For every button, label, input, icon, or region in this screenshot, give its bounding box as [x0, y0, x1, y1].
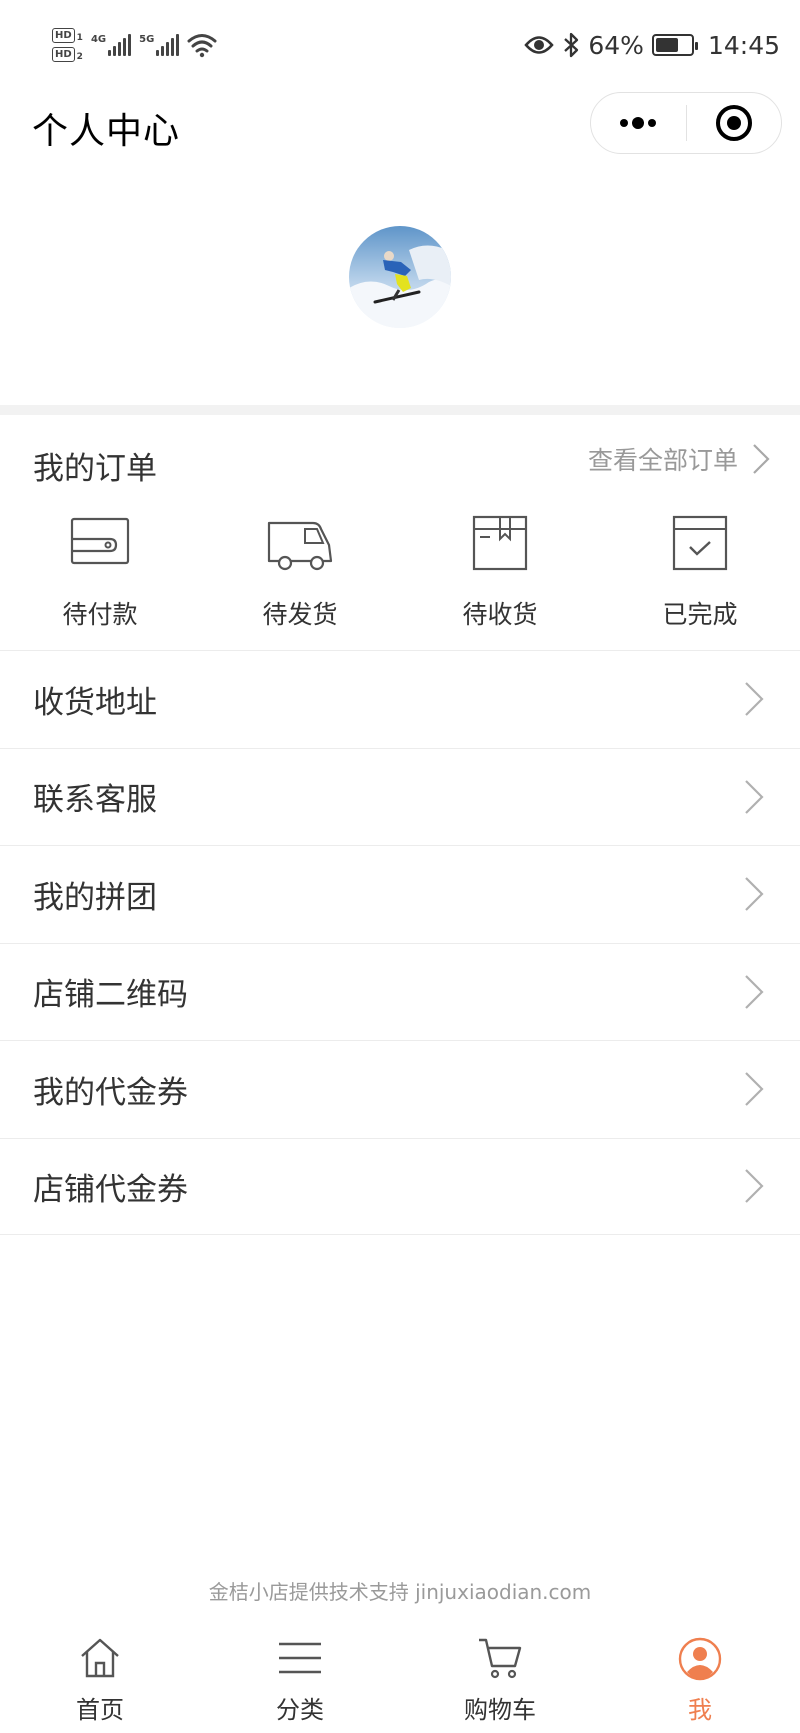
menu-item-my-vouchers[interactable]: 我的代金券	[0, 1040, 800, 1138]
truck-icon	[267, 521, 333, 571]
order-label: 待发货	[262, 600, 338, 629]
chevron-right-icon	[745, 1072, 764, 1107]
menu-item-customer-service[interactable]: 联系客服	[0, 747, 800, 846]
menu-item-label: 收货地址	[33, 684, 157, 721]
menu-list: 收货地址 联系客服 我的拼团 店铺二维码 我的代金券 店铺代金券	[0, 650, 800, 1235]
tech-support-note: 金桔小店提供技术支持 jinjuxiaodian.com	[208, 1580, 592, 1604]
signal-5g-icon: 5G	[139, 34, 180, 56]
net2-label: 5G	[139, 34, 155, 45]
chevron-right-icon	[745, 974, 764, 1009]
package-icon	[472, 515, 528, 571]
eye-icon	[524, 36, 555, 54]
tab-label: 我	[688, 1696, 712, 1724]
more-dots-icon	[620, 117, 657, 129]
target-close-icon	[715, 105, 752, 141]
more-button[interactable]	[591, 93, 686, 153]
chevron-right-icon	[745, 877, 764, 912]
view-all-orders-link[interactable]: 查看全部订单	[588, 441, 770, 477]
chevron-right-icon	[745, 1169, 764, 1204]
tab-label: 购物车	[464, 1696, 536, 1724]
net1-label: 4G	[90, 34, 107, 45]
menu-item-label: 店铺代金券	[33, 1171, 188, 1208]
section-divider	[0, 405, 800, 415]
bluetooth-icon	[564, 32, 579, 58]
battery-percent: 64%	[588, 30, 644, 60]
hd1-sub: 1	[76, 33, 83, 43]
check-box-icon	[672, 515, 728, 571]
hd-indicators: HD 1 HD 2	[52, 28, 83, 62]
user-icon	[678, 1637, 722, 1681]
tab-label: 分类	[276, 1696, 324, 1724]
signal-4g-icon: 4G	[90, 34, 132, 56]
menu-lines-icon	[279, 1642, 321, 1674]
menu-item-address[interactable]: 收货地址	[0, 650, 800, 748]
home-icon	[81, 1638, 119, 1678]
menu-item-store-qrcode[interactable]: 店铺二维码	[0, 942, 800, 1041]
orders-section: 我的订单 查看全部订单 待付款 待发货 待收货 已完成	[0, 415, 800, 650]
menu-item-store-vouchers[interactable]: 店铺代金券	[0, 1137, 800, 1235]
tab-bar: 首页 分类 购物车 我	[0, 1628, 800, 1733]
chevron-right-icon	[745, 779, 764, 814]
tab-me[interactable]: 我	[600, 1636, 800, 1726]
order-pending-shipment[interactable]: 待发货	[200, 515, 400, 635]
order-pending-receipt[interactable]: 待收货	[400, 515, 600, 635]
battery-icon	[651, 34, 698, 56]
battery-level	[655, 38, 678, 52]
orders-title: 我的订单	[33, 451, 157, 487]
view-all-orders-label: 查看全部订单	[587, 446, 738, 475]
mini-program-capsule	[590, 92, 782, 154]
order-label: 待付款	[62, 600, 138, 629]
avatar-image	[349, 226, 451, 328]
order-label: 待收货	[462, 600, 538, 629]
hd2-badge: HD	[52, 47, 75, 62]
menu-item-label: 联系客服	[33, 782, 157, 819]
menu-item-label: 我的拼团	[33, 879, 157, 916]
page-title: 个人中心	[32, 111, 181, 152]
wifi-icon	[187, 34, 217, 58]
wallet-icon	[70, 517, 130, 565]
chevron-right-icon	[753, 444, 770, 474]
chevron-right-icon	[745, 682, 764, 717]
tab-category[interactable]: 分类	[200, 1636, 400, 1726]
order-completed[interactable]: 已完成	[600, 515, 800, 635]
hd2-sub: 2	[76, 52, 83, 62]
tab-label: 首页	[76, 1696, 124, 1724]
order-pending-payment[interactable]: 待付款	[0, 515, 200, 635]
clock: 14:45	[707, 30, 780, 60]
nav-bar: 个人中心	[0, 90, 800, 180]
menu-item-label: 店铺二维码	[33, 977, 188, 1014]
hd1-badge: HD	[52, 28, 75, 43]
tab-cart[interactable]: 购物车	[400, 1636, 600, 1726]
status-right: 64% 14:45	[524, 24, 780, 66]
menu-item-group-buy[interactable]: 我的拼团	[0, 845, 800, 943]
status-left: HD 1 HD 2 4G 5G	[52, 22, 217, 68]
menu-item-label: 我的代金券	[33, 1074, 188, 1111]
status-bar: HD 1 HD 2 4G 5G 64% 14:45	[0, 0, 800, 90]
profile-header	[0, 180, 800, 405]
order-label: 已完成	[662, 600, 738, 629]
avatar[interactable]	[349, 226, 451, 328]
tab-home[interactable]: 首页	[0, 1636, 200, 1726]
cart-icon	[479, 1638, 522, 1679]
close-button[interactable]	[687, 93, 782, 153]
